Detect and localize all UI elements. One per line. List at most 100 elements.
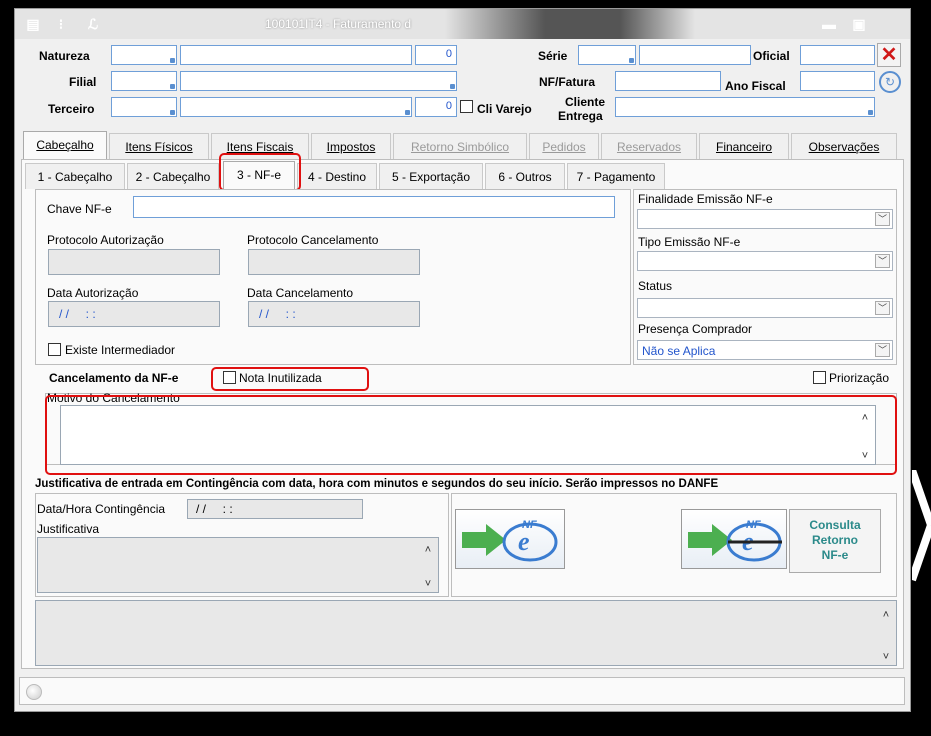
window-title: 100101IT4 - Faturamento d: [265, 17, 412, 31]
presenca-label: Presença Comprador: [638, 322, 753, 336]
data-cancelamento-label: Data Cancelamento: [247, 286, 354, 300]
natureza-label: Natureza: [39, 49, 90, 63]
natureza-description-field[interactable]: [180, 45, 412, 65]
tab-impostos[interactable]: Impostos: [311, 133, 391, 159]
serie-label: Série: [538, 49, 568, 63]
title-bar: ▤ ⁝ ℒ 100101IT4 - Faturamento d ▬ ▣: [15, 9, 910, 39]
tab-observacoes[interactable]: Observações: [791, 133, 897, 159]
highlight-motivo: [45, 395, 897, 475]
chevron-down-icon: ﹀: [875, 212, 890, 226]
justificativa-textarea[interactable]: ˄ ˅: [37, 537, 439, 593]
tab-itens-fisicos[interactable]: Itens Físicos: [109, 133, 209, 159]
status-bar: [19, 677, 905, 705]
chave-nfe-field[interactable]: [133, 196, 615, 218]
subtab-2-cabecalho[interactable]: 2 - Cabeçalho: [127, 163, 219, 189]
nfe-logo-icon: e NF: [688, 519, 782, 562]
cancelamento-heading: Cancelamento da NF-e: [49, 371, 179, 385]
nfe-transmit-button[interactable]: e NF: [455, 509, 565, 569]
scroll-up-icon[interactable]: ˄: [421, 544, 435, 556]
consulta-retorno-button[interactable]: Consulta Retorno NF-e: [789, 509, 881, 573]
priorizacao-label: Priorização: [829, 371, 890, 385]
cliente-entrega-label-1: Cliente: [565, 95, 606, 109]
terceiro-number-field[interactable]: 0: [415, 97, 457, 117]
chave-label: Chave NF-e: [47, 202, 112, 216]
scroll-down-icon[interactable]: ˅: [879, 651, 893, 663]
tipo-emissao-label: Tipo Emissão NF-e: [638, 235, 741, 249]
contingencia-heading: Justificativa de entrada em Contingência…: [35, 478, 719, 490]
terceiro-description-field[interactable]: [180, 97, 412, 117]
tab-retorno-simbolico[interactable]: Retorno Simbólico: [393, 133, 527, 159]
protocolo-cancelamento-label: Protocolo Cancelamento: [247, 233, 379, 247]
messages-textarea[interactable]: ˄ ˅: [35, 600, 897, 666]
highlight-subtab: [219, 153, 301, 191]
protocolo-autorizacao-label: Protocolo Autorização: [47, 233, 164, 247]
oficial-label: Oficial: [753, 49, 790, 63]
finalidade-label: Finalidade Emissão NF-e: [638, 192, 773, 206]
nfe-logo-icon: e NF: [462, 519, 558, 562]
tipo-emissao-select[interactable]: ﹀: [637, 251, 893, 271]
filial-label: Filial: [69, 75, 97, 89]
filial-code-field[interactable]: [111, 71, 177, 91]
wrench-icon[interactable]: ℒ: [85, 16, 101, 32]
scroll-up-icon[interactable]: ˄: [879, 609, 893, 621]
protocolo-autorizacao-field[interactable]: [48, 249, 220, 275]
data-hora-contingencia-field[interactable]: / / : :: [187, 499, 363, 519]
serie-field[interactable]: [578, 45, 636, 65]
minimize-icon[interactable]: ▬: [821, 16, 837, 32]
svg-text:NF: NF: [522, 519, 537, 531]
nfe-cancel-button[interactable]: e NF: [681, 509, 787, 569]
highlight-nota-inutilizada: [211, 367, 369, 391]
chevron-down-icon: ﹀: [875, 254, 890, 268]
natureza-number-field[interactable]: 0: [415, 45, 457, 65]
cliente-entrega-label-2: Entrega: [558, 109, 603, 123]
nf-fatura-field[interactable]: [615, 71, 721, 91]
invoice-window: ▤ ⁝ ℒ 100101IT4 - Faturamento d ▬ ▣ Natu…: [14, 8, 911, 712]
oficial-field[interactable]: [800, 45, 875, 65]
svg-text:NF: NF: [746, 519, 761, 531]
subtab-6-outros[interactable]: 6 - Outros: [485, 163, 565, 189]
status-select[interactable]: ﹀: [637, 298, 893, 318]
status-label: Status: [638, 279, 673, 293]
protocolo-cancelamento-field[interactable]: [248, 249, 420, 275]
maximize-icon[interactable]: ▣: [851, 16, 867, 32]
finalidade-select[interactable]: ﹀: [637, 209, 893, 229]
tab-reservados[interactable]: Reservados: [601, 133, 697, 159]
chevron-down-icon: ﹀: [875, 301, 890, 315]
cliente-entrega-field[interactable]: [615, 97, 875, 117]
data-cancelamento-field[interactable]: / / : :: [248, 301, 420, 327]
calendar-icon[interactable]: ↻: [879, 71, 901, 93]
tab-pedidos[interactable]: Pedidos: [529, 133, 599, 159]
terceiro-code-field[interactable]: [111, 97, 177, 117]
existe-intermediador-label: Existe Intermediador: [65, 343, 176, 357]
priorizacao-checkbox[interactable]: [813, 371, 826, 384]
natureza-code-field[interactable]: [111, 45, 177, 65]
justificativa-label: Justificativa: [37, 522, 100, 536]
ano-fiscal-field[interactable]: [800, 71, 875, 91]
cli-varejo-label: Cli Varejo: [477, 102, 532, 116]
close-icon[interactable]: ✕: [877, 43, 901, 67]
subtab-5-exportacao[interactable]: 5 - Exportação: [379, 163, 483, 189]
subtab-1-cabecalho[interactable]: 1 - Cabeçalho: [25, 163, 125, 189]
status-indicator-icon: [26, 684, 42, 700]
menu-icon[interactable]: ▤: [25, 16, 41, 32]
chevron-right-icon: [912, 470, 931, 582]
tab-financeiro[interactable]: Financeiro: [699, 133, 789, 159]
serie-description-field[interactable]: [639, 45, 751, 65]
data-autorizacao-label: Data Autorização: [47, 286, 139, 300]
chevron-down-icon: ﹀: [875, 343, 890, 357]
data-hora-contingencia-label: Data/Hora Contingência: [37, 502, 166, 516]
svg-text:e: e: [518, 527, 530, 556]
ano-fiscal-label: Ano Fiscal: [725, 79, 786, 93]
filial-description-field[interactable]: [180, 71, 457, 91]
traffic-light-icon[interactable]: ⁝: [53, 16, 69, 32]
data-autorizacao-field[interactable]: / / : :: [48, 301, 220, 327]
tab-cabecalho[interactable]: Cabeçalho: [23, 131, 107, 159]
terceiro-label: Terceiro: [48, 102, 95, 116]
cli-varejo-checkbox[interactable]: [460, 100, 473, 113]
subtab-4-destino[interactable]: 4 - Destino: [297, 163, 377, 189]
scroll-down-icon[interactable]: ˅: [421, 578, 435, 590]
existe-intermediador-checkbox[interactable]: [48, 343, 61, 356]
presenca-select[interactable]: Não se Aplica ﹀: [637, 340, 893, 360]
nf-fatura-label: NF/Fatura: [539, 75, 596, 89]
subtab-7-pagamento[interactable]: 7 - Pagamento: [567, 163, 665, 189]
